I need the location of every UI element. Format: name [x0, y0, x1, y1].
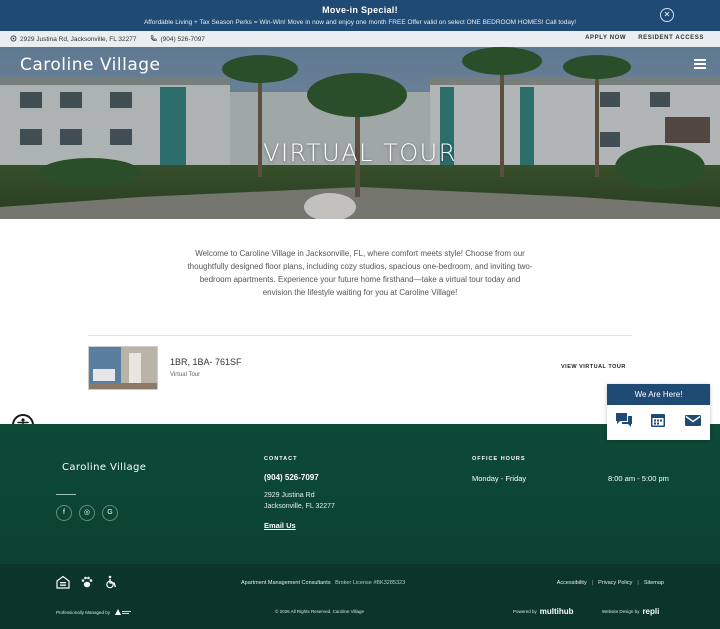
address-line-2: Jacksonville, FL 32277 — [264, 503, 335, 510]
footer-brand-logo[interactable]: Caroline Village — [62, 462, 146, 473]
equal-housing-icon — [56, 575, 70, 589]
broker-license: Broker License #BK3285323 — [335, 580, 406, 586]
design-by-text: Website Design by — [602, 609, 640, 614]
chat-widget: We Are Here! — [607, 384, 710, 440]
address-line-1: 2929 Justina Rd — [264, 492, 315, 499]
compliance-icons — [56, 575, 118, 589]
phone-text: (904) 526-7097 — [160, 36, 205, 43]
website-design-by[interactable]: Website Design by repli — [602, 607, 659, 616]
footer: Caroline Village f ◎ G CONTACT (904) 526… — [0, 424, 720, 629]
privacy-policy-link[interactable]: Privacy Policy — [598, 580, 632, 586]
link-separator: | — [637, 580, 639, 586]
page-title: VIRTUAL TOUR — [263, 139, 457, 167]
location-pin-icon — [10, 35, 17, 44]
contact-heading: CONTACT — [264, 456, 298, 462]
chat-actions — [607, 405, 710, 428]
calendar-icon[interactable] — [649, 412, 667, 428]
consultants-text: Apartment Management Consultants — [241, 580, 331, 586]
address-link[interactable]: 2929 Justina Rd, Jacksonville, FL 32277 — [10, 35, 136, 44]
close-icon[interactable]: ✕ — [660, 8, 674, 22]
footer-address: 2929 Justina Rd Jacksonville, FL 32277 — [264, 490, 335, 512]
wheelchair-accessible-icon — [104, 575, 118, 589]
managed-by: Professionally Managed by — [56, 608, 132, 617]
resident-access-link[interactable]: RESIDENT ACCESS — [638, 35, 704, 41]
utility-bar: 2929 Justina Rd, Jacksonville, FL 32277 … — [0, 31, 720, 47]
page: Move-in Special! Affordable Living + Tax… — [0, 0, 720, 629]
footer-links: Accessibility | Privacy Policy | Sitemap — [557, 580, 664, 586]
repli-logo: repli — [642, 607, 660, 616]
google-icon[interactable]: G — [102, 505, 118, 521]
announcement-title: Move-in Special! — [322, 5, 398, 15]
instagram-icon[interactable]: ◎ — [79, 505, 95, 521]
accessibility-link[interactable]: Accessibility — [557, 580, 587, 586]
email-us-link[interactable]: Email Us — [264, 521, 296, 530]
phone-icon — [150, 35, 158, 44]
office-time: 8:00 am - 5:00 pm — [608, 474, 669, 483]
tour-name: 1BR, 1BA- 761SF — [170, 357, 242, 367]
intro-paragraph: Welcome to Caroline Village in Jacksonvi… — [187, 249, 533, 297]
footer-bottom: Apartment Management Consultants Broker … — [0, 564, 720, 629]
hero-banner: Caroline Village VIRTUAL TOUR — [0, 47, 720, 219]
mail-icon[interactable] — [684, 412, 702, 428]
facebook-icon[interactable]: f — [56, 505, 72, 521]
address-text: 2929 Justina Rd, Jacksonville, FL 32277 — [20, 36, 137, 43]
brand-logo[interactable]: Caroline Village — [20, 55, 160, 75]
management-company-logo-icon[interactable] — [114, 608, 132, 617]
multihub-logo: multihub — [539, 607, 574, 616]
hamburger-menu-icon[interactable] — [694, 59, 706, 69]
phone-link[interactable]: (904) 526-7097 — [150, 35, 205, 44]
pet-friendly-icon — [80, 575, 94, 589]
divider — [88, 335, 632, 336]
link-separator: | — [591, 580, 594, 586]
copyright: © 2026 All Rights Reserved. Caroline Vil… — [275, 609, 365, 614]
tour-subtitle: Virtual Tour — [170, 372, 201, 378]
announcement-text: Affordable Living + Tax Season Perks = W… — [143, 19, 577, 26]
chat-header-button[interactable]: We Are Here! — [607, 384, 710, 405]
footer-phone-link[interactable]: (904) 526-7097 — [264, 473, 319, 482]
office-hours-heading: OFFICE HOURS — [472, 456, 526, 462]
office-days: Monday - Friday — [472, 474, 527, 483]
tour-thumbnail[interactable] — [88, 346, 158, 390]
chat-icon[interactable] — [615, 412, 633, 428]
view-virtual-tour-link[interactable]: VIEW VIRTUAL TOUR — [561, 364, 626, 370]
management-info: Apartment Management Consultants Broker … — [241, 580, 405, 586]
announcement-bar: Move-in Special! Affordable Living + Tax… — [0, 0, 720, 31]
apply-now-link[interactable]: APPLY NOW — [585, 35, 626, 41]
footer-divider — [56, 494, 76, 495]
powered-by[interactable]: Powered by multihub — [513, 607, 574, 616]
powered-by-text: Powered by — [513, 609, 537, 614]
social-links: f ◎ G — [56, 505, 118, 521]
managed-by-text: Professionally Managed by — [56, 610, 111, 615]
sitemap-link[interactable]: Sitemap — [644, 580, 664, 586]
